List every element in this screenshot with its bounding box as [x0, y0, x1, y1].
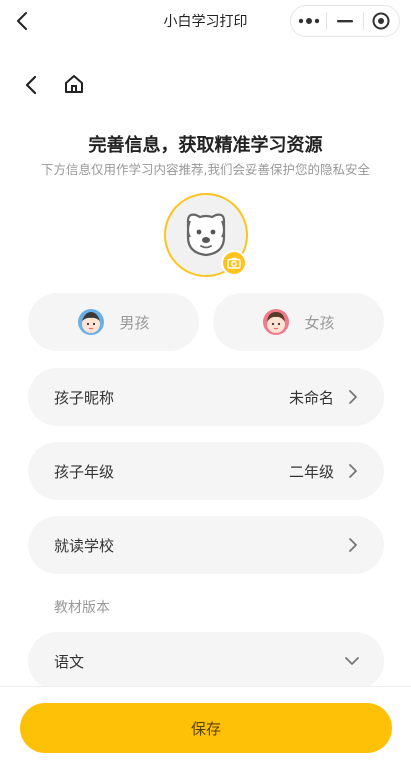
subject-label: 语文 [54, 653, 85, 671]
back-icon[interactable] [20, 73, 44, 97]
minimize-button[interactable] [327, 6, 362, 36]
chevron-right-icon [349, 390, 357, 404]
grade-value: 二年级 [288, 463, 334, 481]
chevron-right-icon [349, 464, 357, 478]
grade-label: 孩子年级 [54, 463, 115, 481]
gender-option-boy[interactable]: 男孩 [28, 293, 199, 351]
boy-face-icon [78, 309, 105, 335]
gender-label-girl: 女孩 [304, 313, 335, 332]
change-avatar-button[interactable] [221, 250, 247, 276]
nickname-label: 孩子昵称 [54, 389, 115, 407]
school-label: 就读学校 [54, 537, 115, 555]
textbook-section-label: 教材版本 [54, 600, 110, 616]
gender-option-girl[interactable]: 女孩 [213, 293, 384, 351]
chevron-right-icon [349, 538, 357, 552]
chevron-down-icon [345, 657, 359, 665]
school-row[interactable]: 就读学校 [28, 516, 384, 574]
capsule-menu [290, 5, 400, 37]
privacy-note: 下方信息仅用作学习内容推荐,我们会妥善保护您的隐私安全 [41, 162, 370, 177]
page-nav [20, 70, 90, 100]
nickname-value: 未命名 [288, 389, 334, 407]
gender-label-boy: 男孩 [119, 313, 150, 332]
nickname-row[interactable]: 孩子昵称 未命名 [28, 368, 384, 426]
camera-icon [227, 257, 241, 269]
minimize-icon [336, 20, 353, 23]
subject-chinese-row[interactable]: 语文 [28, 632, 384, 690]
page-headline: 完善信息，获取精准学习资源 [88, 135, 323, 156]
grade-row[interactable]: 孩子年级 二年级 [28, 442, 384, 500]
close-button[interactable] [364, 6, 399, 36]
close-target-icon [372, 12, 390, 30]
more-icon [298, 18, 319, 24]
more-button[interactable] [291, 6, 326, 36]
girl-face-icon [263, 309, 290, 335]
save-button[interactable]: 保存 [20, 703, 392, 753]
home-icon[interactable] [62, 72, 86, 96]
mini-program-topbar: 小白学习打印 [0, 0, 411, 42]
